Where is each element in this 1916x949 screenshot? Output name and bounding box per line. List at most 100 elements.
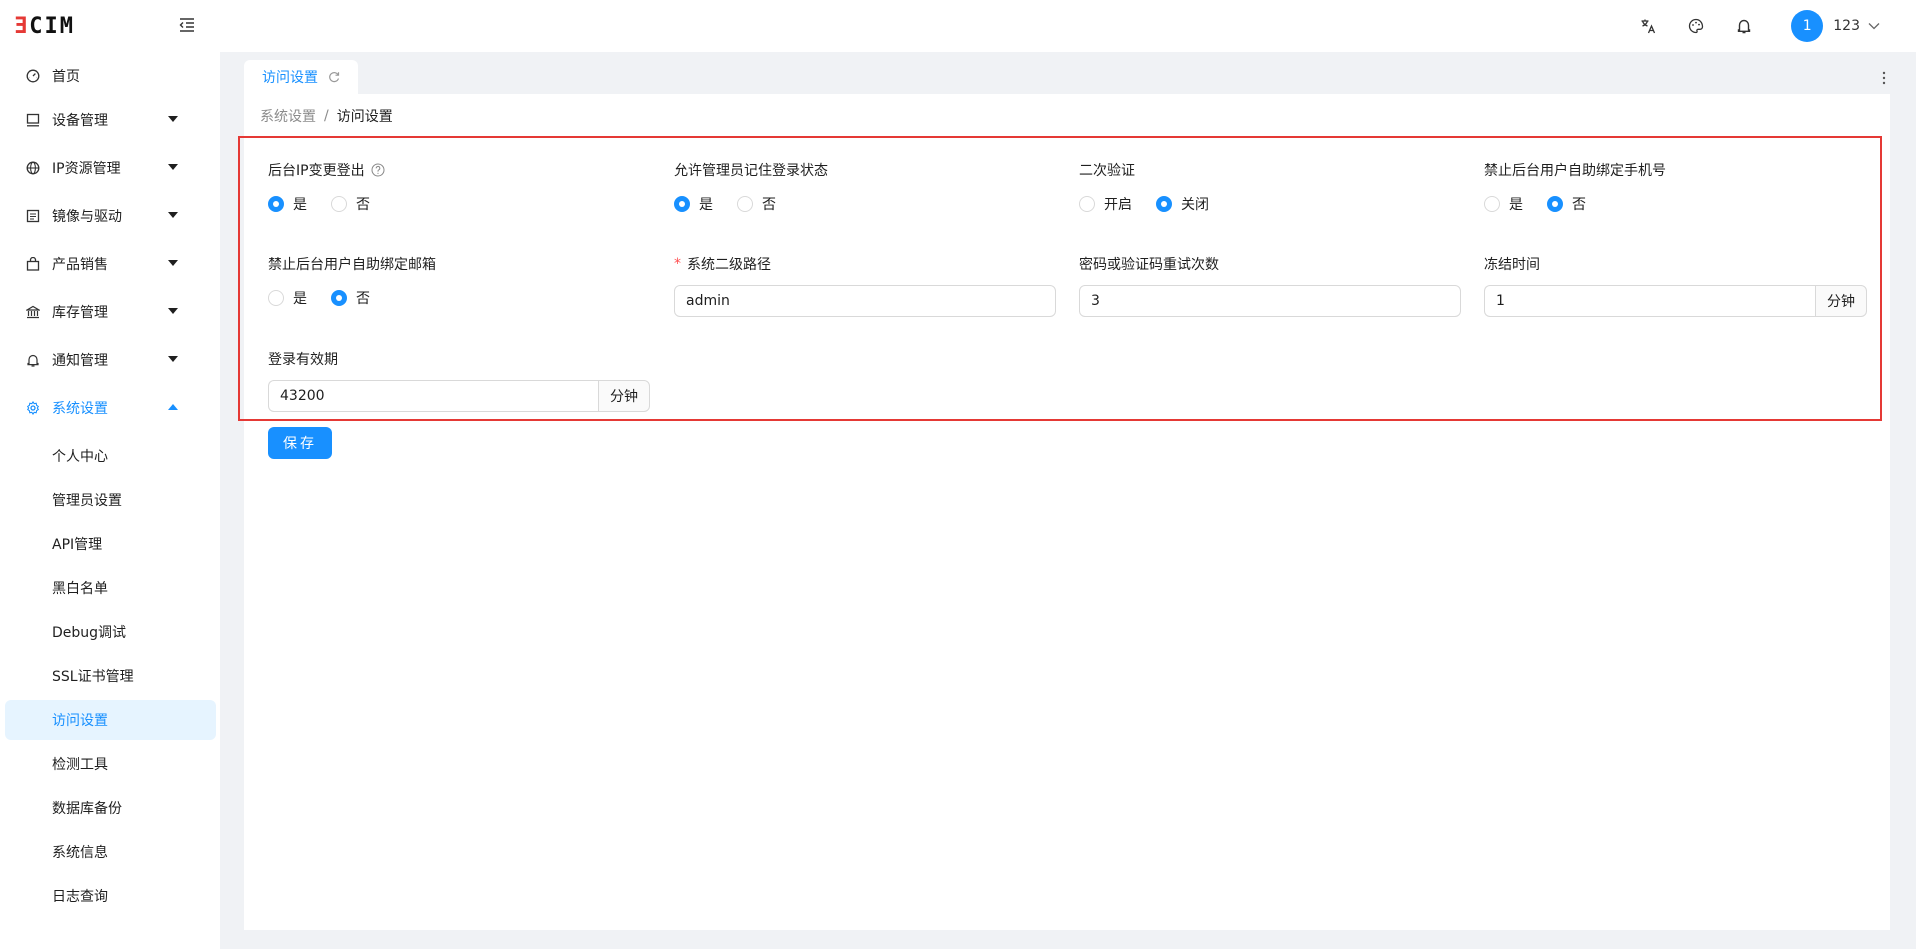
login-validity-input[interactable] [268, 380, 598, 412]
sidebar-item-label: 镜像与驱动 [52, 209, 122, 225]
radio-group: 是 否 [674, 194, 828, 214]
sidebar-subitem-label: Debug调试 [52, 625, 127, 641]
main-card: 系统设置 / 访问设置 [244, 94, 1890, 930]
radio-unchecked-icon [268, 290, 284, 306]
sidebar-collapse-icon[interactable] [176, 14, 198, 36]
sidebar-item-inventory[interactable]: 库存管理 [0, 292, 220, 332]
sidebar-item-label: 设备管理 [52, 113, 108, 129]
sidebar-item-label: 系统设置 [52, 401, 108, 417]
tab-bar: 访问设置 [244, 60, 1890, 94]
sidebar: 首页 设备管理 IP资源管理 镜像与驱动 产品销售 库存管理 通知管理 系统设置… [0, 52, 220, 949]
app-logo[interactable]: ƎCIM [14, 13, 75, 39]
radio-yes[interactable]: 是 [674, 194, 713, 214]
sidebar-item-label: IP资源管理 [52, 161, 121, 177]
chevron-down-icon[interactable] [1868, 22, 1880, 30]
top-header: ƎCIM 1 123 [0, 0, 1916, 52]
sidebar-item-devices[interactable]: 设备管理 [0, 100, 220, 140]
sidebar-item-notifications[interactable]: 通知管理 [0, 340, 220, 380]
sidebar-subitem-label: 访问设置 [52, 713, 108, 729]
radio-label: 否 [356, 197, 370, 213]
radio-no[interactable]: 否 [331, 288, 370, 308]
radio-enable[interactable]: 开启 [1079, 194, 1132, 214]
theme-icon[interactable] [1685, 15, 1707, 37]
sidebar-item-label: 库存管理 [52, 305, 108, 321]
field-label: 后台IP变更登出 [268, 160, 394, 180]
avatar-text: 1 [1802, 18, 1812, 34]
field-forbid-bind-email: 禁止后台用户自助绑定邮箱 是 否 [268, 254, 436, 308]
sidebar-subitem-debug[interactable]: Debug调试 [5, 612, 216, 652]
radio-no[interactable]: 否 [331, 194, 370, 214]
field-secondary-path: * 系统二级路径 [674, 254, 771, 274]
sidebar-subitem-detection-tools[interactable]: 检测工具 [5, 744, 216, 784]
radio-checked-icon [674, 196, 690, 212]
radio-no[interactable]: 否 [737, 194, 776, 214]
caret-down-icon [168, 212, 178, 218]
monitor-icon [26, 113, 40, 127]
avatar[interactable]: 1 [1791, 10, 1824, 42]
field-remember-login: 允许管理员记住登录状态 是 否 [674, 160, 828, 214]
sidebar-item-home[interactable]: 首页 [0, 56, 220, 96]
field-login-validity: 登录有效期 [268, 349, 338, 369]
image-icon [26, 209, 40, 223]
breadcrumb-parent[interactable]: 系统设置 [260, 106, 316, 126]
retry-count-input[interactable] [1079, 285, 1461, 317]
radio-label: 是 [293, 197, 307, 213]
bell-icon [27, 354, 39, 367]
save-button[interactable]: 保存 [268, 427, 332, 459]
sidebar-item-images-drivers[interactable]: 镜像与驱动 [0, 196, 220, 236]
refresh-icon[interactable] [328, 71, 340, 83]
field-label-text: 系统二级路径 [687, 257, 771, 273]
sidebar-subitem-personal-center[interactable]: 个人中心 [5, 436, 216, 476]
username[interactable]: 123 [1833, 18, 1860, 34]
sidebar-subitem-access-settings[interactable]: 访问设置 [5, 700, 216, 740]
more-vertical-icon[interactable] [1878, 70, 1890, 86]
radio-unchecked-icon [1484, 196, 1500, 212]
sidebar-subitem-blackwhite-list[interactable]: 黑白名单 [5, 568, 216, 608]
caret-down-icon [168, 356, 178, 362]
field-retry-count: 密码或验证码重试次数 [1079, 254, 1219, 274]
radio-no[interactable]: 否 [1547, 194, 1586, 214]
globe-icon [26, 161, 40, 175]
sidebar-subitem-label: SSL证书管理 [52, 669, 134, 685]
logo-text: ƎCIM [14, 13, 75, 39]
radio-disable[interactable]: 关闭 [1156, 194, 1209, 214]
radio-label: 开启 [1104, 197, 1132, 213]
caret-down-icon [168, 164, 178, 170]
radio-label: 是 [293, 291, 307, 307]
sidebar-item-product-sales[interactable]: 产品销售 [0, 244, 220, 284]
translate-icon[interactable] [1637, 15, 1659, 37]
radio-unchecked-icon [737, 196, 753, 212]
secondary-path-input[interactable] [674, 285, 1056, 317]
header-actions: 1 123 [1637, 0, 1916, 52]
sidebar-item-ip-resources[interactable]: IP资源管理 [0, 148, 220, 188]
question-circle-icon[interactable] [371, 163, 385, 177]
radio-group: 是 否 [1484, 194, 1666, 214]
tab-access-settings[interactable]: 访问设置 [244, 60, 358, 94]
radio-yes[interactable]: 是 [1484, 194, 1523, 214]
radio-group: 是 否 [268, 288, 436, 308]
radio-unchecked-icon [1079, 196, 1095, 212]
sidebar-subitem-log-query[interactable]: 日志查询 [5, 876, 216, 916]
field-label: 登录有效期 [268, 352, 338, 368]
bell-icon[interactable] [1733, 15, 1755, 37]
field-label: 允许管理员记住登录状态 [674, 163, 828, 179]
sidebar-subitem-ssl[interactable]: SSL证书管理 [5, 656, 216, 696]
sidebar-subitem-system-info[interactable]: 系统信息 [5, 832, 216, 872]
sidebar-item-label: 通知管理 [52, 353, 108, 369]
radio-label: 是 [699, 197, 713, 213]
radio-label: 否 [762, 197, 776, 213]
sidebar-item-system-settings[interactable]: 系统设置 [0, 388, 220, 428]
radio-yes[interactable]: 是 [268, 288, 307, 308]
caret-down-icon [168, 116, 178, 122]
caret-down-icon [168, 308, 178, 314]
sidebar-subitem-api[interactable]: API管理 [5, 524, 216, 564]
sidebar-subitem-admin-settings[interactable]: 管理员设置 [5, 480, 216, 520]
radio-label: 否 [1572, 197, 1586, 213]
caret-down-icon [168, 260, 178, 266]
sidebar-subitem-db-backup[interactable]: 数据库备份 [5, 788, 216, 828]
radio-checked-icon [1156, 196, 1172, 212]
freeze-time-input[interactable] [1484, 285, 1815, 317]
radio-yes[interactable]: 是 [268, 194, 307, 214]
dashboard-icon [26, 69, 40, 83]
sidebar-subitem-label: 管理员设置 [52, 493, 122, 509]
